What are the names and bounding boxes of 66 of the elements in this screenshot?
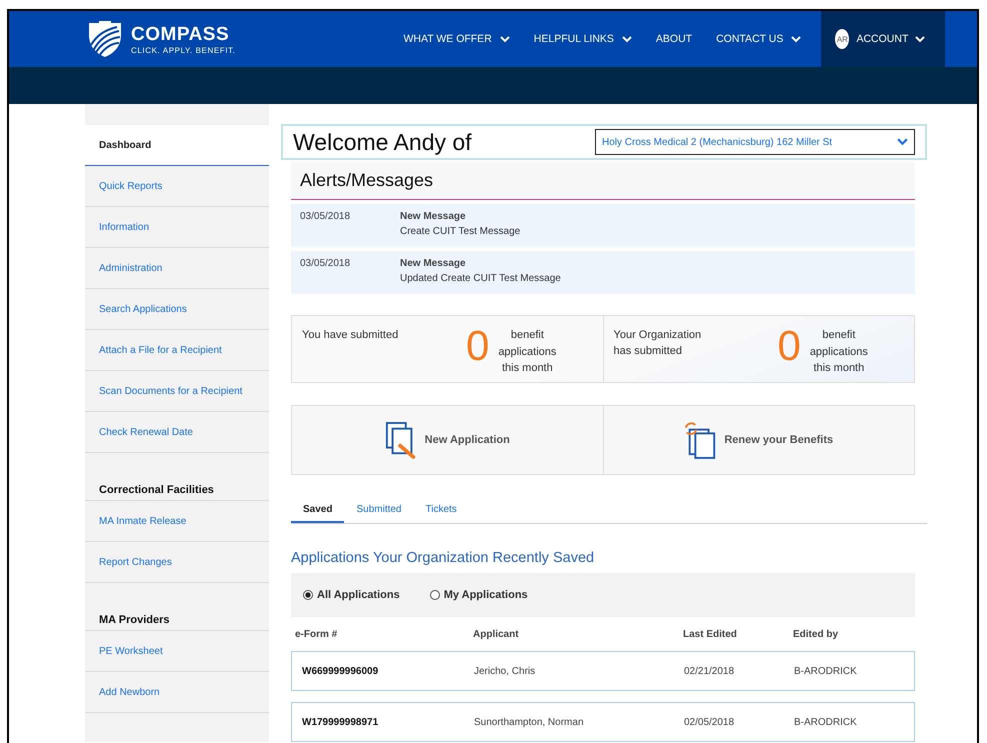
sidebar-link[interactable]: Dashboard <box>85 125 269 166</box>
message-body: Updated Create CUIT Test Message <box>400 273 561 284</box>
message-row[interactable]: 03/05/2018 New Message Updated Create CUIT Test Message <box>291 251 915 294</box>
radio-button[interactable] <box>430 590 440 600</box>
chevron-icon <box>791 36 802 42</box>
message-subject: New Message <box>400 211 467 222</box>
sidebar-link[interactable]: Information <box>85 207 269 248</box>
stat-count: 0 <box>778 327 801 371</box>
alerts-title: Alerts/Messages <box>300 170 434 191</box>
column-header: e-Form # <box>295 629 338 640</box>
stat-count: 0 <box>466 327 490 371</box>
sidebar-link[interactable]: Scan Documents for a Recipient <box>85 371 269 412</box>
table-cell-text: 02/05/2018 <box>684 716 736 728</box>
table-cell-text: W179999998971 <box>302 716 380 728</box>
sidebar-link[interactable]: Add Newborn <box>85 672 269 713</box>
sidebar-link[interactable]: Attach a File for a Recipient <box>85 330 269 371</box>
action-button[interactable]: Renew your Benefits <box>604 405 915 475</box>
sidebar-link[interactable]: Report Changes <box>85 542 269 583</box>
section-title: Applications Your Organization Recently Saved <box>291 550 596 566</box>
action-button[interactable]: New Application <box>291 405 604 475</box>
message-date: 03/05/2018 <box>300 211 352 224</box>
table-cell-text: Sunorthampton, Norman <box>474 716 585 728</box>
tab[interactable]: Submitted <box>344 497 414 523</box>
stat-label: Your Organization has submitted <box>614 328 702 359</box>
message-body: Create CUIT Test Message <box>400 226 520 237</box>
chevron-icon <box>500 36 510 42</box>
stat-unit: benefit applications this month <box>497 328 558 376</box>
column-header: Last Edited <box>683 629 738 640</box>
table-row[interactable]: W669999996009 Jericho, Chris 02/21/2018 B-ARODRICK <box>291 651 915 691</box>
table-cell-text: Jericho, Chris <box>474 666 536 676</box>
table-cell-text: W669999996009 <box>302 666 380 676</box>
stat-label: You have submitted <box>302 328 400 343</box>
sidebar-link[interactable]: PE Worksheet <box>85 631 269 672</box>
logo-name: COMPASS <box>131 24 230 46</box>
tab[interactable]: Saved <box>291 497 344 523</box>
table-cell-text: 02/21/2018 <box>684 666 736 676</box>
organization-dropdown[interactable]: Holy Cross Medical 2 (Mechanicsburg) 162 Miller St <box>595 129 915 155</box>
account-menu[interactable]: AR ACCOUNT <box>821 11 946 67</box>
sidebar-heading: Correctional Facilities <box>85 453 269 501</box>
sidebar-link[interactable]: Quick Reports <box>85 166 269 207</box>
message-row[interactable]: 03/05/2018 New Message Create CUIT Test Message <box>291 204 915 247</box>
table-cell: B-ARODRICK <box>794 666 857 676</box>
column-header: Edited by <box>793 629 838 640</box>
chevron-icon <box>622 36 632 42</box>
message-date: 03/05/2018 <box>300 258 352 271</box>
chevron-icon <box>915 36 926 42</box>
table-cell: B-ARODRICK <box>794 716 857 728</box>
tab[interactable]: Tickets <box>414 497 469 523</box>
table-row[interactable]: W179999998971 Sunorthampton, Norman 02/05/2018 B-ARODRICK <box>291 702 915 742</box>
radio-button[interactable] <box>303 590 313 600</box>
message-subject: New Message <box>400 258 467 269</box>
nav-link[interactable]: CONTACT US <box>704 11 814 67</box>
column-header: Applicant <box>473 629 520 640</box>
sidebar-heading: MA Providers <box>85 583 269 631</box>
nav-link[interactable]: HELPFUL LINKS <box>522 11 644 67</box>
nav-link[interactable]: ABOUT <box>644 11 704 67</box>
chevron-icon <box>897 138 908 146</box>
sidebar-link[interactable]: Administration <box>85 248 269 289</box>
stat-unit: benefit applications this month <box>808 328 869 376</box>
sidebar-link[interactable]: Check Renewal Date <box>85 412 269 453</box>
welcome-title: Welcome Andy of <box>293 128 472 156</box>
sidebar-link[interactable]: Search Applications <box>85 289 269 330</box>
logo-tagline: CLICK. APPLY. BENEFIT. <box>131 46 236 54</box>
nav-link[interactable]: WHAT WE OFFER <box>392 11 522 67</box>
sidebar-link[interactable]: MA Inmate Release <box>85 501 269 542</box>
avatar-initials: AR <box>835 29 850 49</box>
